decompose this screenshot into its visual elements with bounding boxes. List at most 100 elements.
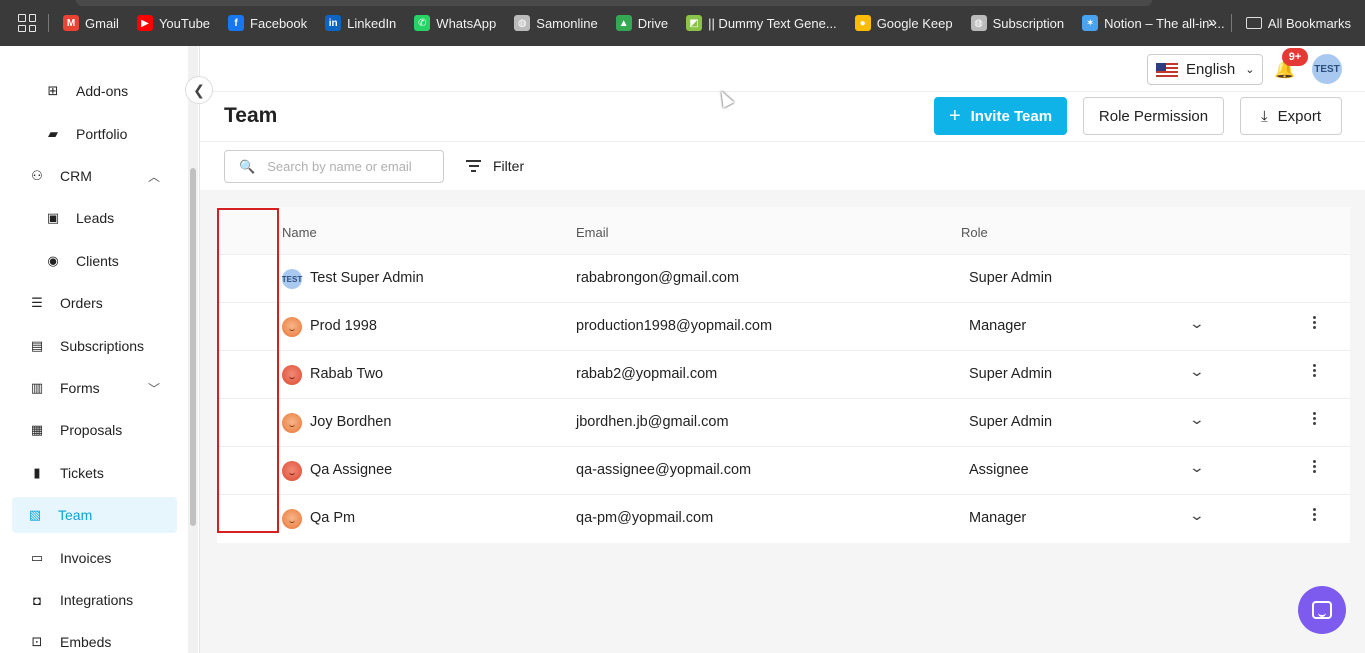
sidebar-item-add-ons[interactable]: ⊞ Add-ons	[46, 73, 129, 109]
sidebar-item-orders[interactable]: ☰ Orders	[30, 285, 103, 321]
chat-launcher-button[interactable]	[1298, 586, 1346, 634]
sidebar-item-leads[interactable]: ▣ Leads	[46, 200, 114, 236]
table-row: Rabab Two rabab2@yopmail.com Super Admin ⌄	[217, 351, 1350, 399]
team-icon: ▧	[28, 507, 42, 522]
notification-badge: 9+	[1282, 48, 1308, 66]
member-avatar	[282, 413, 302, 433]
member-name: Rabab Two	[310, 366, 384, 382]
keep-icon: ●	[854, 15, 871, 31]
sidebar-item-proposals[interactable]: ▦ Proposals	[30, 412, 122, 448]
bookmark-facebook[interactable]: f Facebook	[228, 15, 307, 31]
member-name: Test Super Admin	[310, 270, 424, 286]
bookmark-youtube[interactable]: ▶ YouTube	[136, 15, 210, 31]
sidebar-item-label: Integrations	[60, 592, 134, 608]
row-actions-kebab-icon[interactable]	[1311, 508, 1317, 521]
all-bookmarks-link[interactable]: All Bookmarks	[1245, 16, 1351, 31]
bookmark-gmail[interactable]: M Gmail	[63, 15, 119, 31]
notion-icon: ✶	[1082, 15, 1099, 31]
collapse-sidebar-button[interactable]: ❮	[185, 76, 213, 104]
search-box[interactable]: 🔍	[224, 150, 444, 183]
page-title: Team	[224, 104, 278, 127]
sidebar-item-subscriptions[interactable]: ▤ Subscriptions	[30, 328, 144, 364]
row-actions-kebab-icon[interactable]	[1311, 316, 1317, 329]
bookmark-dummy-text[interactable]: ◩ || Dummy Text Gene...	[686, 15, 837, 31]
sidebar-item-label: Embeds	[60, 634, 112, 650]
bookmarks-separator	[48, 14, 49, 32]
apps-grid-icon[interactable]	[18, 14, 36, 32]
bookmarks-separator	[1230, 14, 1232, 32]
bookmark-keep[interactable]: ● Google Keep	[854, 15, 953, 31]
chevron-left-icon: ❮	[193, 81, 205, 98]
user-avatar[interactable]: TEST	[1312, 54, 1342, 84]
row-actions-kebab-icon[interactable]	[1311, 364, 1317, 377]
sidebar-item-portfolio[interactable]: ▰ Portfolio	[46, 116, 127, 152]
row-actions-kebab-icon[interactable]	[1311, 460, 1317, 473]
chevron-down-icon[interactable]: ﹀	[148, 380, 160, 397]
proposals-icon: ▦	[30, 422, 44, 437]
column-header-email: Email	[576, 225, 609, 240]
plus-icon: +	[948, 104, 961, 127]
role-dropdown-chevron-icon[interactable]: ⌄	[1189, 507, 1205, 524]
sidebar-item-crm[interactable]: ⚇ CRM ︿	[30, 158, 160, 194]
portfolio-icon: ▰	[48, 126, 58, 141]
member-role: Super Admin	[969, 366, 1053, 382]
member-name: Prod 1998	[310, 318, 377, 334]
chevron-up-icon[interactable]: ︿	[148, 168, 160, 185]
sidebar-item-label: Portfolio	[76, 126, 128, 142]
drive-icon: ▲	[615, 15, 632, 31]
invite-team-button[interactable]: + Invite Team	[934, 97, 1067, 135]
invite-team-label: Invite Team	[970, 107, 1053, 125]
row-actions-kebab-icon[interactable]	[1311, 412, 1317, 425]
member-email: rababrongon@gmail.com	[576, 270, 740, 286]
filter-icon	[466, 160, 481, 172]
bookmark-label: || Dummy Text Gene...	[708, 15, 837, 31]
bookmark-label: Notion – The all-in-...	[1104, 15, 1225, 31]
export-button[interactable]: ⤓ Export	[1240, 97, 1342, 135]
sidebar-item-label: Leads	[76, 210, 115, 226]
language-select[interactable]: English ⌄	[1147, 54, 1263, 85]
role-dropdown-chevron-icon[interactable]: ⌄	[1189, 411, 1205, 428]
role-permission-button[interactable]: Role Permission	[1083, 97, 1224, 135]
member-name: Joy Bordhen	[310, 414, 392, 430]
member-role: Manager	[969, 510, 1027, 526]
role-dropdown-chevron-icon[interactable]: ⌄	[1189, 363, 1205, 380]
subscriptions-icon: ▤	[30, 338, 44, 353]
bookmark-globe[interactable]: ◍ Subscription	[970, 15, 1064, 31]
bookmark-notion[interactable]: ✶ Notion – The all-in-...	[1082, 15, 1225, 31]
bookmark-drive[interactable]: ▲ Drive	[615, 15, 668, 31]
whatsapp-icon: ✆	[414, 15, 431, 31]
member-avatar	[282, 365, 302, 385]
sidebar-item-tickets[interactable]: ▮ Tickets	[30, 455, 104, 491]
table-row: Qa Pm qa-pm@yopmail.com Manager ⌄	[217, 495, 1350, 543]
more-bookmarks-icon[interactable]: »	[1208, 14, 1217, 32]
member-avatar	[282, 461, 302, 481]
role-dropdown-chevron-icon[interactable]: ⌄	[1189, 459, 1205, 476]
sidebar-item-invoices[interactable]: ▭ Invoices	[30, 540, 112, 576]
bookmark-whatsapp[interactable]: ✆ WhatsApp	[414, 15, 496, 31]
bookmark-globe[interactable]: ◍ Samonline	[514, 15, 598, 31]
search-input[interactable]	[267, 159, 428, 174]
gmail-icon: M	[63, 15, 79, 31]
filter-button[interactable]: Filter	[466, 158, 524, 174]
sidebar-item-label: CRM	[60, 168, 92, 184]
sidebar-item-forms[interactable]: ▥ Forms ﹀	[30, 370, 160, 406]
crm-icon: ⚇	[31, 168, 43, 183]
sidebar-item-embeds[interactable]: ⊡ Embeds	[30, 624, 112, 653]
sidebar-item-integrations[interactable]: ◘ Integrations	[30, 582, 133, 618]
sidebar-item-label: Subscriptions	[60, 338, 145, 354]
sidebar-scrollbar-thumb[interactable]	[190, 168, 196, 526]
facebook-icon: f	[228, 15, 245, 31]
invoices-icon: ▭	[30, 550, 44, 565]
table-row: Prod 1998 production1998@yopmail.com Manag…	[217, 303, 1350, 351]
sidebar: ⊞ Add-ons ▰ Portfolio ⚇ CRM ︿ ▣ Leads ◉ Clients ☰ Or…	[0, 46, 200, 653]
table-row: Qa Assignee qa-assignee@yopmail.com Assign…	[217, 447, 1350, 495]
orders-icon: ☰	[31, 295, 43, 310]
bookmark-linkedin[interactable]: in LinkedIn	[325, 15, 396, 31]
sidebar-item-clients[interactable]: ◉ Clients	[46, 243, 118, 279]
bookmarks-list: M Gmail ▶ YouTube f Facebook in LinkedIn ✆ WhatsA…	[63, 15, 1243, 31]
sidebar-item-team[interactable]: ▧ Team	[12, 497, 177, 533]
sidebar-item-label: Tickets	[60, 465, 104, 481]
column-header-role: Role	[961, 225, 988, 240]
add-box-icon: ⊞	[47, 83, 59, 98]
role-dropdown-chevron-icon[interactable]: ⌄	[1189, 315, 1205, 332]
